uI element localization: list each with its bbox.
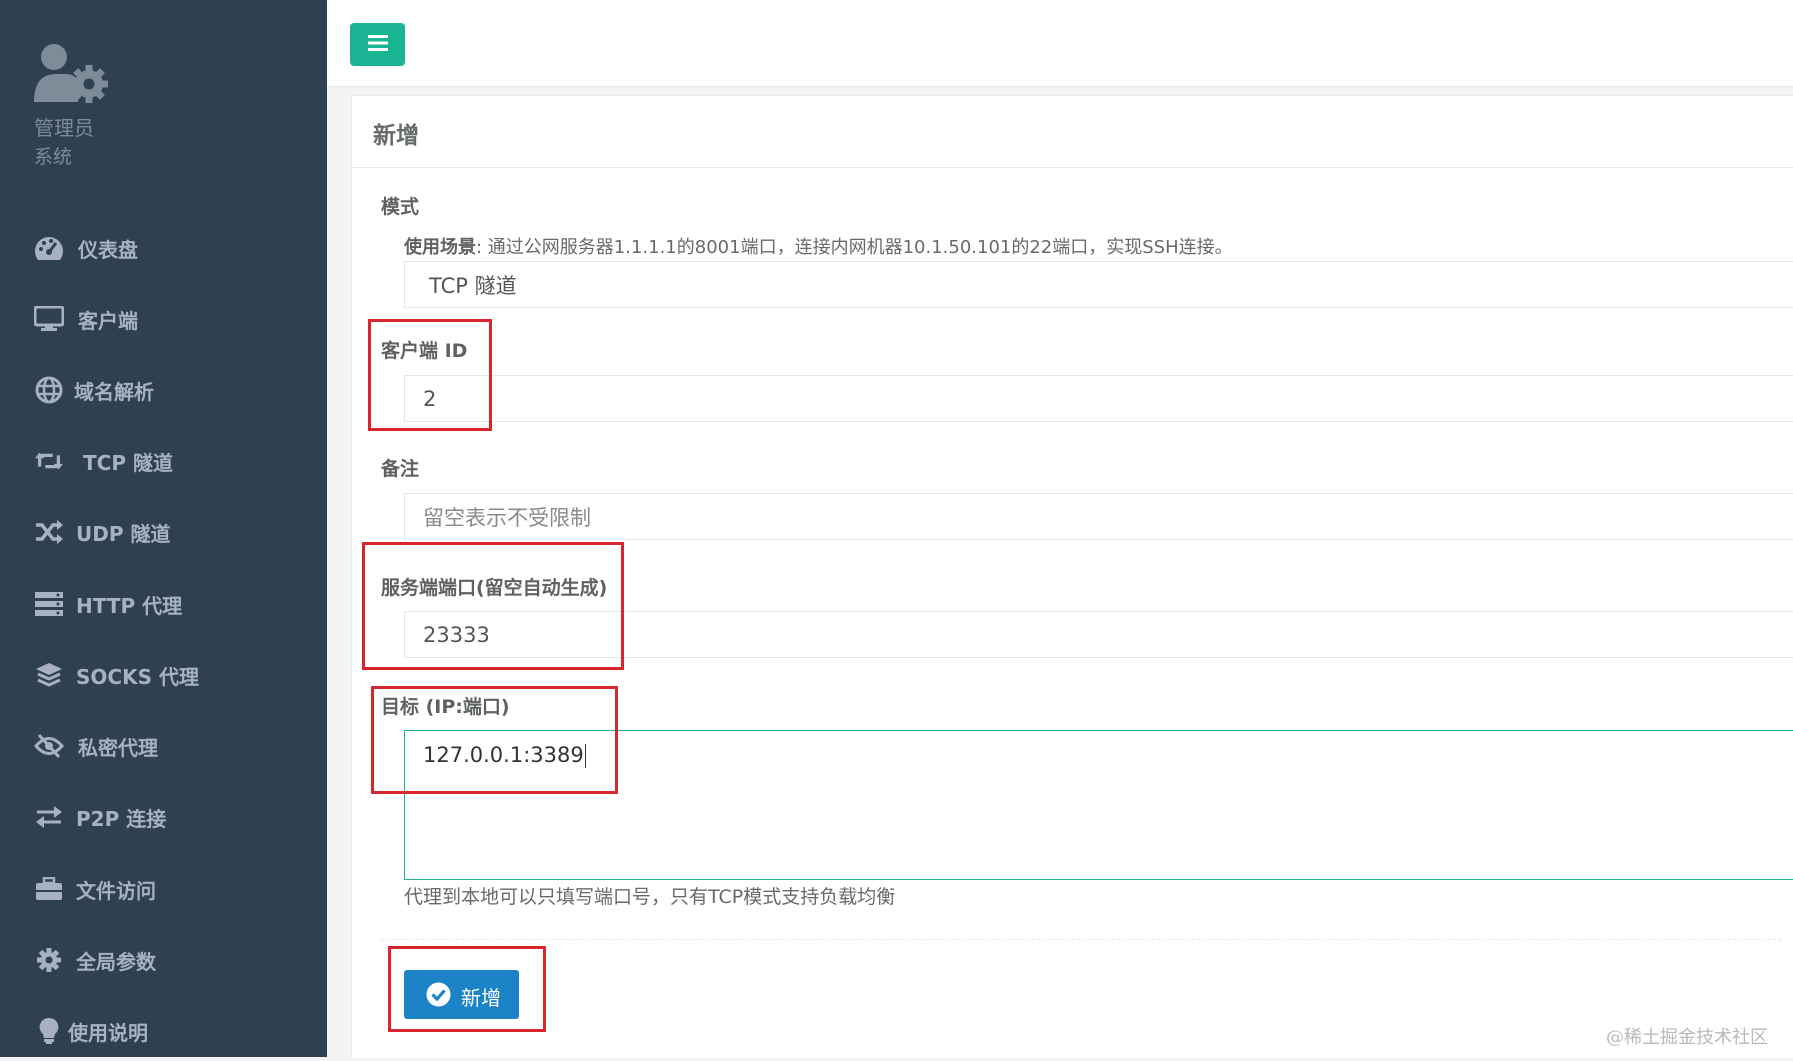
mode-select[interactable]: TCP 隧道 <box>404 261 1793 308</box>
profile: 管理员 系统 <box>34 42 110 168</box>
profile-role: 系统 <box>34 146 73 168</box>
server-icon <box>34 589 64 619</box>
globe-icon <box>34 375 64 405</box>
server-port-value: 23333 <box>423 622 490 647</box>
random-icon <box>34 517 64 547</box>
exchange-icon <box>34 802 64 832</box>
mode-hint-title: 使用场景 <box>404 237 476 258</box>
watermark: @稀土掘金技术社区 <box>1606 1027 1768 1048</box>
target-help-text: 代理到本地可以只填写端口号，只有TCP模式支持负载均衡 <box>404 886 896 908</box>
text-caret <box>584 744 586 768</box>
sidebar-item-label: 客户端 <box>78 308 138 333</box>
mode-label: 模式 <box>381 196 420 218</box>
mode-select-value: TCP 隧道 <box>429 273 517 298</box>
target-textarea[interactable]: 127.0.0.1:3389 <box>404 730 1793 880</box>
sidebar-item-settings[interactable]: 全局参数 <box>0 930 327 990</box>
layers-icon <box>34 660 64 690</box>
sidebar-item-label: 域名解析 <box>74 379 154 404</box>
sidebar-item-label: TCP 隧道 <box>83 450 173 475</box>
eye-slash-icon <box>34 731 64 761</box>
sidebar-item-p2p[interactable]: P2P 连接 <box>0 787 327 847</box>
client-id-label: 客户端 ID <box>381 340 468 362</box>
mode-hint: 使用场景: 通过公网服务器1.1.1.1的8001端口，连接内网机器10.1.5… <box>404 233 1233 259</box>
client-id-input[interactable]: 2 <box>404 375 1793 422</box>
sidebar-item-http[interactable]: HTTP 代理 <box>0 574 327 634</box>
briefcase-icon <box>34 874 64 904</box>
sidebar-item-label: 文件访问 <box>76 878 156 903</box>
remark-label: 备注 <box>381 458 420 480</box>
sidebar-item-label: SOCKS 代理 <box>76 664 199 689</box>
mode-hint-text: : 通过公网服务器1.1.1.1的8001端口，连接内网机器10.1.50.10… <box>476 237 1233 258</box>
check-circle-icon <box>426 982 451 1007</box>
profile-name: 管理员 <box>34 116 94 140</box>
target-value: 127.0.0.1:3389 <box>423 743 584 767</box>
sidebar-item-dashboard[interactable]: 仪表盘 <box>0 218 327 278</box>
sidebar-item-label: HTTP 代理 <box>76 593 183 618</box>
top-navbar <box>327 0 1793 87</box>
sidebar-item-label: 全局参数 <box>76 949 156 974</box>
target-label: 目标 (IP:端口) <box>381 696 510 718</box>
retweet-icon <box>34 446 64 476</box>
sidebar-item-files[interactable]: 文件访问 <box>0 859 327 919</box>
lightbulb-icon <box>34 1016 64 1046</box>
sidebar-item-help[interactable]: 使用说明 <box>0 1001 327 1061</box>
remark-placeholder: 留空表示不受限制 <box>423 505 591 530</box>
sidebar-item-udp[interactable]: UDP 隧道 <box>0 502 327 562</box>
sidebar: 管理员 系统 仪表盘 客户端 域名解析 TCP 隧道 UDP 隧道 HTTP 代… <box>0 0 327 1057</box>
sidebar-item-label: 私密代理 <box>78 735 158 760</box>
sidebar-item-label: P2P 连接 <box>76 806 167 831</box>
sidebar-item-socks[interactable]: SOCKS 代理 <box>0 645 327 705</box>
panel-divider <box>352 167 1793 168</box>
server-port-input[interactable]: 23333 <box>404 611 1793 658</box>
sidebar-item-label: 仪表盘 <box>78 237 138 262</box>
admin-avatar-icon <box>34 42 110 108</box>
add-tunnel-panel: 新增 模式 使用场景: 通过公网服务器1.1.1.1的8001端口，连接内网机器… <box>351 95 1793 1058</box>
dashboard-icon <box>34 233 64 263</box>
sidebar-item-domain[interactable]: 域名解析 <box>0 360 327 420</box>
sidebar-item-label: UDP 隧道 <box>76 521 171 546</box>
client-id-value: 2 <box>423 386 437 411</box>
submit-add-button[interactable]: 新增 <box>404 970 519 1019</box>
form-divider <box>381 939 1781 940</box>
desktop-icon <box>34 304 64 334</box>
gear-icon <box>34 945 64 975</box>
bars-icon <box>367 34 388 56</box>
sidebar-item-tcp[interactable]: TCP 隧道 <box>0 431 327 491</box>
server-port-label: 服务端端口(留空自动生成) <box>381 577 608 599</box>
submit-add-label: 新增 <box>461 986 501 1010</box>
sidebar-item-secret[interactable]: 私密代理 <box>0 716 327 776</box>
sidebar-item-label: 使用说明 <box>68 1020 148 1045</box>
panel-title: 新增 <box>373 123 419 149</box>
toggle-sidebar-button[interactable] <box>350 23 405 66</box>
sidebar-item-clients[interactable]: 客户端 <box>0 289 327 349</box>
remark-input[interactable]: 留空表示不受限制 <box>404 493 1793 540</box>
